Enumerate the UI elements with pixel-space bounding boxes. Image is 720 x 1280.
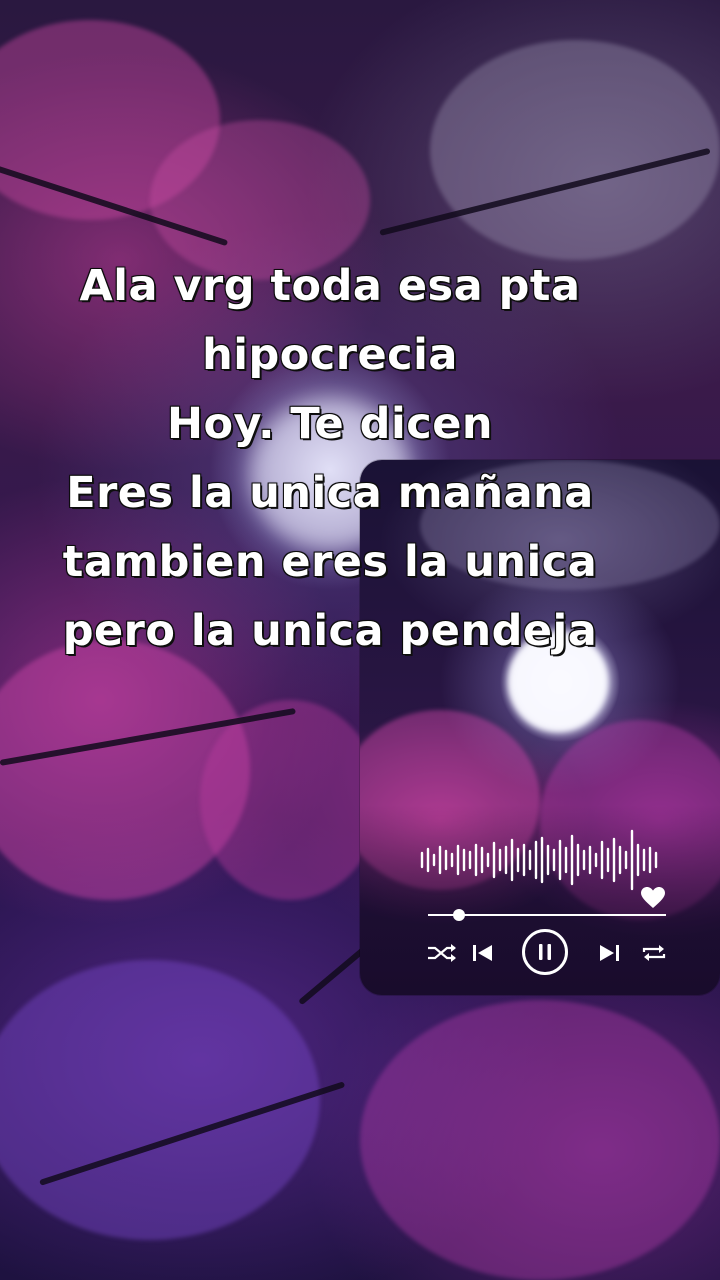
lyric-line: tambien eres la unica (62, 536, 598, 588)
lyric-line: pero la unica pendeja (62, 605, 598, 657)
lyric-line: hipocrecia (201, 329, 458, 381)
blossom-cluster (360, 1000, 720, 1280)
blossom-cluster (430, 40, 720, 260)
lyric-line: Ala vrg toda esa pta (79, 260, 581, 312)
pause-icon[interactable] (538, 943, 552, 961)
blossom-cluster (200, 700, 380, 900)
progress-knob[interactable] (452, 909, 465, 921)
skip-previous-icon[interactable] (472, 943, 494, 963)
heart-icon[interactable] (640, 886, 666, 910)
audio-waveform-icon (420, 829, 658, 891)
skip-next-icon[interactable] (598, 943, 620, 963)
wallpaper-background: Ala vrg toda esa pta hipocrecia Hoy. Te … (0, 0, 720, 1280)
lyric-line: Hoy. Te dicen (166, 398, 493, 450)
lyric-line: Eres la unica mañana (65, 467, 594, 519)
shuffle-icon[interactable] (426, 943, 458, 963)
repeat-icon[interactable] (640, 943, 668, 963)
lyrics-text: Ala vrg toda esa pta hipocrecia Hoy. Te … (20, 252, 640, 666)
playback-progress-bar[interactable] (428, 909, 666, 921)
blossom-cluster (0, 960, 320, 1240)
